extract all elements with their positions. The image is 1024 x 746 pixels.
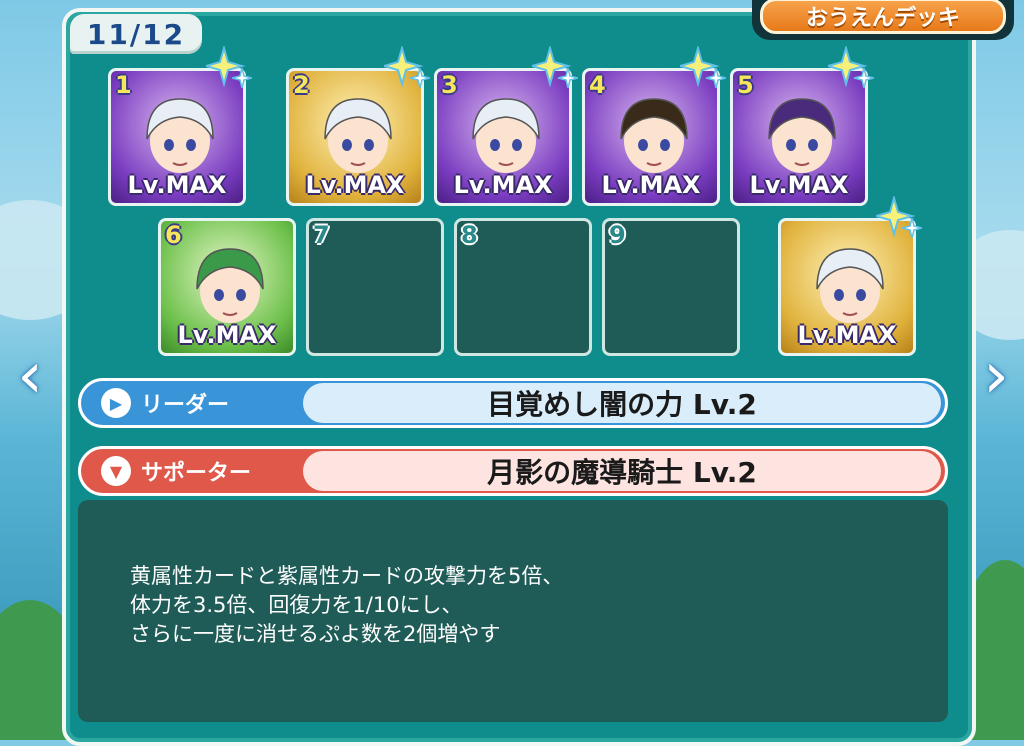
slot-number: 5: [737, 71, 754, 99]
skill-description-box: 黄属性カードと紫属性カードの攻撃力を5倍、 体力を3.5倍、回復力を1/10にし…: [78, 500, 948, 722]
empty-card-slot[interactable]: 8: [454, 218, 592, 356]
cheer-deck-tab[interactable]: おうえんデッキ: [752, 0, 1014, 40]
card-level: Lv.MAX: [305, 171, 405, 199]
skill-description: 黄属性カードと紫属性カードの攻撃力を5倍、 体力を3.5倍、回復力を1/10にし…: [130, 562, 563, 649]
supporter-skill-name: 月影の魔導騎士 Lv.2: [303, 451, 941, 491]
character-portrait: [459, 89, 553, 179]
sparkle-icon: [872, 194, 923, 242]
slot-number: 1: [115, 71, 132, 99]
sparkle-icon: [528, 44, 579, 92]
character-portrait: [311, 89, 405, 179]
empty-card-slot[interactable]: 7: [306, 218, 444, 356]
card-level: Lv.MAX: [601, 171, 701, 199]
down-triangle-icon: ▼: [101, 456, 131, 486]
card-level: Lv.MAX: [127, 171, 227, 199]
character-portrait: [183, 239, 277, 329]
leader-label-text: リーダー: [141, 393, 230, 418]
slot-number: 9: [609, 221, 626, 249]
sparkle-icon: [824, 44, 875, 92]
sparkle-icon: [676, 44, 727, 92]
card-slot[interactable]: 6 Lv.MAX: [158, 218, 296, 356]
character-portrait: [133, 89, 227, 179]
description-line: さらに一度に消せるぷよ数を2個増やす: [130, 622, 501, 646]
previous-page-button[interactable]: ‹: [8, 336, 52, 416]
supporter-label-text: サポーター: [141, 461, 252, 486]
supporter-label: ▼ サポーター: [101, 449, 251, 493]
empty-card-slot[interactable]: 9: [602, 218, 740, 356]
supporter-skill-bar[interactable]: ▼ サポーター 月影の魔導騎士 Lv.2: [78, 446, 948, 496]
description-line: 黄属性カードと紫属性カードの攻撃力を5倍、: [130, 564, 564, 588]
card-level: Lv.MAX: [453, 171, 553, 199]
cheer-deck-button[interactable]: おうえんデッキ: [760, 0, 1006, 34]
character-portrait: [607, 89, 701, 179]
slot-number: 4: [589, 71, 606, 99]
card-level: Lv.MAX: [177, 321, 277, 349]
slot-number: 6: [165, 221, 182, 249]
sparkle-icon: [380, 44, 431, 92]
character-portrait: [755, 89, 849, 179]
slot-number: 2: [293, 71, 310, 99]
card-level: Lv.MAX: [797, 321, 897, 349]
leader-skill-name: 目覚めし闇の力 Lv.2: [303, 383, 941, 423]
description-line: 体力を3.5倍、回復力を1/10にし、: [130, 593, 463, 617]
character-portrait: [803, 239, 897, 329]
card-level: Lv.MAX: [749, 171, 849, 199]
play-triangle-icon: ▶: [101, 388, 131, 418]
deck-count-badge: 11/12: [70, 14, 202, 54]
leader-skill-bar[interactable]: ▶ リーダー 目覚めし闇の力 Lv.2: [78, 378, 948, 428]
leader-label: ▶ リーダー: [101, 381, 229, 425]
sparkle-icon: [202, 44, 253, 92]
next-page-button[interactable]: ›: [974, 336, 1018, 416]
slot-number: 8: [461, 221, 478, 249]
slot-number: 7: [313, 221, 330, 249]
slot-number: 3: [441, 71, 458, 99]
